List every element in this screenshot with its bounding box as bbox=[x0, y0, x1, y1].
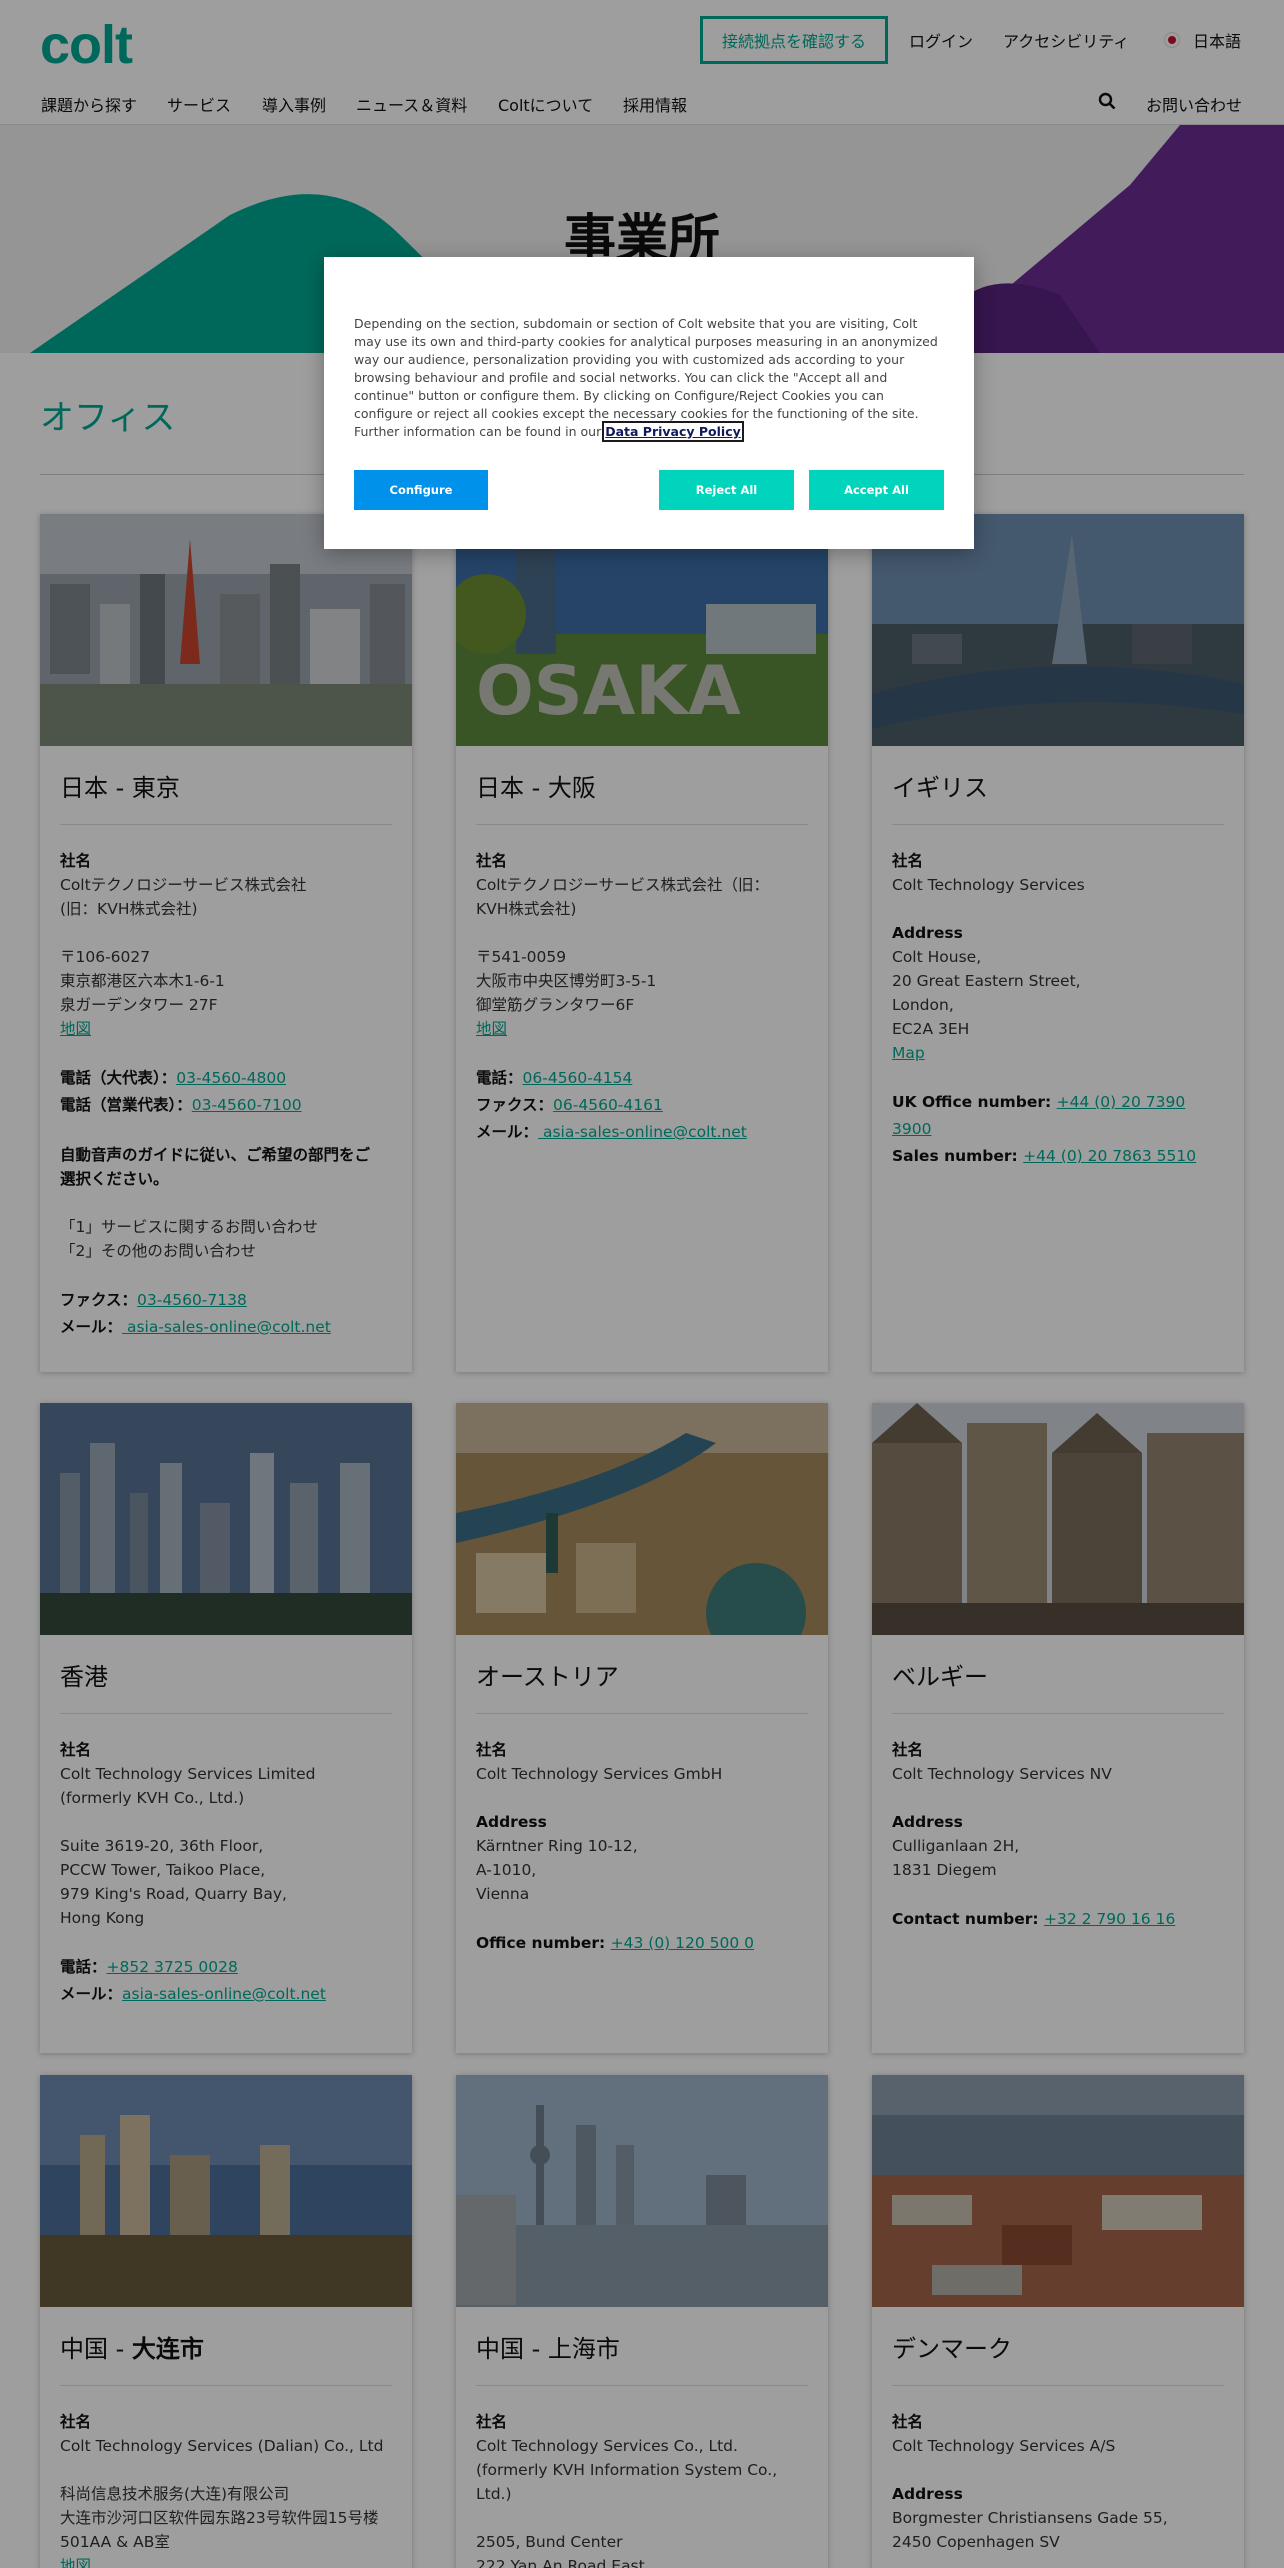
privacy-policy-link[interactable]: Data Privacy Policy bbox=[602, 421, 744, 442]
reject-all-button[interactable]: Reject All bbox=[659, 470, 794, 510]
cookie-text: Depending on the section, subdomain or s… bbox=[354, 316, 938, 442]
cookie-consent-dialog: Depending on the section, subdomain or s… bbox=[324, 257, 974, 549]
configure-button[interactable]: Configure bbox=[354, 470, 488, 510]
accept-all-button[interactable]: Accept All bbox=[809, 470, 944, 510]
